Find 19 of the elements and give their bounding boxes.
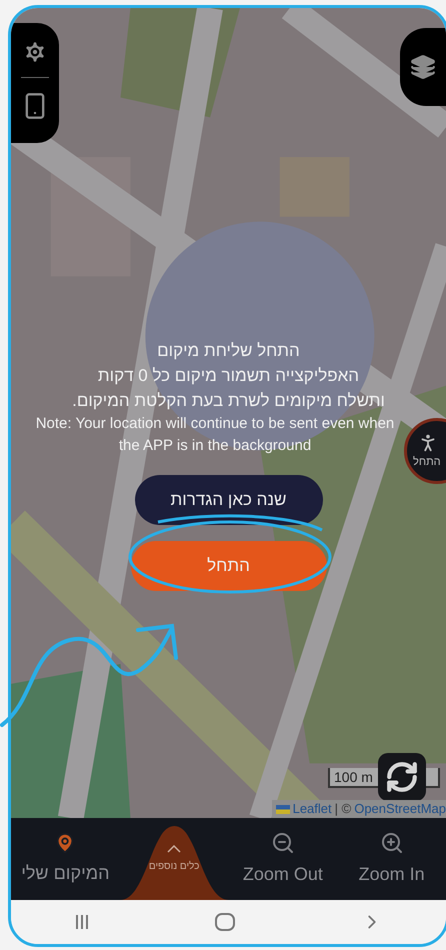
layers-icon [410,54,436,80]
dialog-title: התחל שליחת מיקום [157,340,300,362]
home-icon[interactable] [215,913,236,931]
flag-icon [276,804,290,814]
layers-button[interactable] [400,28,446,106]
zoom-in-icon [380,830,404,854]
refresh-icon [385,760,419,794]
chevron-up-icon [167,844,182,852]
zoom-out-icon [270,830,295,854]
dialog-text: האפליקצייה תשמור מיקום כל 0 דקות [98,365,360,387]
recent-apps-icon[interactable] [74,914,90,930]
attribution-separator: | © [334,800,352,818]
bottom-bar-button[interactable]: Zoom In [337,818,446,900]
refresh-button[interactable] [378,753,426,801]
bottom-bar-button[interactable]: המיקום שלי [11,818,120,900]
dialog-note: Note: Your location will continue to be sent even when the APP is in the background [34,414,396,456]
start-button[interactable]: התחל [130,541,326,591]
bottom-bar-button[interactable]: Zoom Out [228,818,338,900]
dialog-text: ותשלח מיקומים לשרת בעת הקלטת המיקום. [72,390,385,412]
